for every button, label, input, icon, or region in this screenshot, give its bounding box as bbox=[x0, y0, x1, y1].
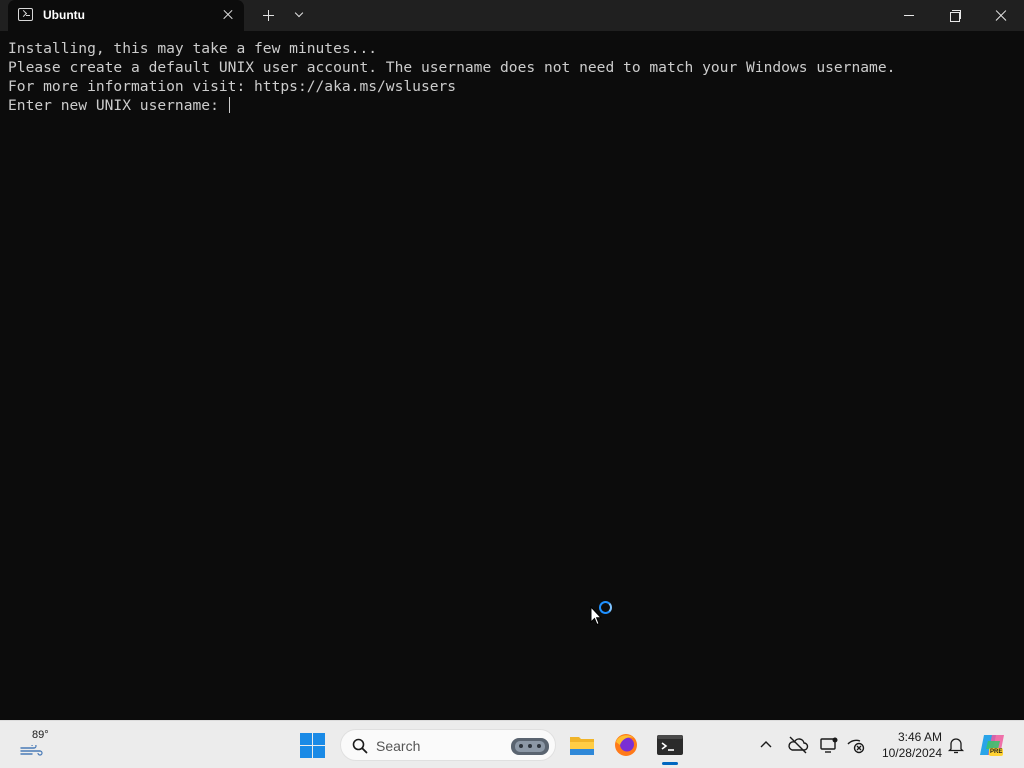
search-label: Search bbox=[376, 738, 421, 754]
search-highlight-image-icon bbox=[511, 738, 549, 755]
terminal-line-installing: Installing, this may take a few minutes.… bbox=[8, 40, 378, 57]
network-disconnected-icon[interactable] bbox=[845, 734, 867, 756]
clock-time: 3:46 AM bbox=[897, 730, 942, 744]
new-tab-button[interactable] bbox=[258, 5, 280, 25]
taskbar-search[interactable]: Search bbox=[340, 729, 556, 761]
tab-dropdown-chevron-icon[interactable] bbox=[288, 5, 310, 25]
copilot-preview-badge: PRE bbox=[989, 748, 1004, 756]
terminal-output[interactable]: Installing, this may take a few minutes.… bbox=[0, 31, 1024, 720]
title-bar: Ubuntu bbox=[0, 0, 1024, 31]
text-cursor bbox=[228, 97, 231, 113]
notification-bell-icon[interactable] bbox=[946, 735, 966, 755]
tab-title: Ubuntu bbox=[43, 8, 85, 22]
tab-ubuntu[interactable]: Ubuntu bbox=[8, 0, 244, 31]
terminal-line-create-account: Please create a default UNIX user accoun… bbox=[8, 59, 896, 76]
terminal-tab-icon bbox=[18, 8, 33, 21]
wind-icon bbox=[20, 745, 43, 756]
weather-widget[interactable]: 89° bbox=[18, 729, 58, 761]
windows-logo-icon bbox=[300, 733, 312, 745]
show-hidden-icons-chevron-icon[interactable] bbox=[756, 735, 776, 755]
close-tab-icon[interactable] bbox=[219, 6, 237, 24]
username-prompt: Enter new UNIX username: bbox=[8, 97, 228, 114]
terminal-app-icon[interactable] bbox=[654, 729, 686, 761]
windows-logo-pane bbox=[300, 746, 312, 758]
display-settings-icon[interactable] bbox=[818, 734, 840, 756]
clock-date: 10/28/2024 bbox=[881, 746, 942, 760]
terminal-prompt-line[interactable]: Enter new UNIX username: bbox=[8, 96, 1024, 115]
active-app-indicator bbox=[662, 762, 678, 765]
firefox-icon[interactable] bbox=[610, 729, 642, 761]
taskbar: 89° Search 3:46 AM 10/28/2024 PRE bbox=[0, 720, 1024, 768]
restore-button[interactable] bbox=[932, 0, 978, 31]
close-window-button[interactable] bbox=[978, 0, 1024, 31]
windows-logo-pane bbox=[313, 733, 325, 745]
busy-spinner-icon bbox=[599, 601, 612, 614]
system-clock[interactable]: 3:46 AM 10/28/2024 bbox=[872, 729, 942, 761]
minimize-button[interactable] bbox=[886, 0, 932, 31]
start-button[interactable] bbox=[300, 733, 326, 759]
file-explorer-icon[interactable] bbox=[566, 729, 598, 761]
onedrive-offline-icon[interactable] bbox=[787, 734, 809, 756]
weather-temperature: 89° bbox=[32, 729, 49, 741]
terminal-line-more-info: For more information visit: https://aka.… bbox=[8, 78, 457, 95]
windows-logo-pane bbox=[313, 746, 325, 758]
search-icon bbox=[352, 738, 368, 754]
